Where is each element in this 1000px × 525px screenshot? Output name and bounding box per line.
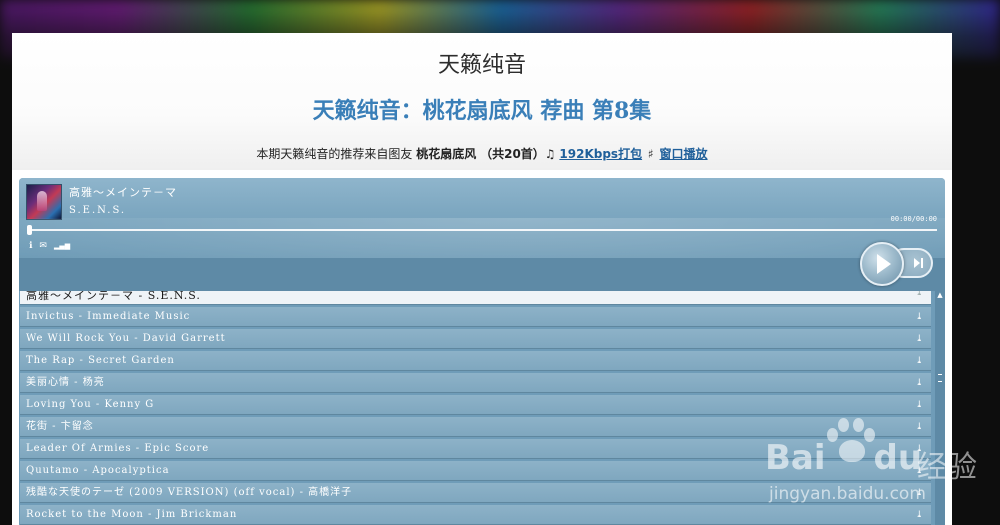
episode-title: 天籁纯音：桃花扇底风 荐曲 第8集 — [312, 98, 652, 124]
playlist: 高雅～メインテ－マ - S.E.N.S. ⤓ Invictus - Immedia… — [19, 291, 931, 525]
download-icon[interactable]: ⤓ — [915, 483, 924, 503]
playlist-item[interactable]: Rocket to the Moon - Jim Brickman ⤓ — [20, 505, 931, 525]
next-icon — [914, 258, 920, 268]
page-header: 天籁纯音 天籁纯音：桃花扇底风 荐曲 第8集 本期天籁纯音的推荐来自图友 桃花扇… — [12, 33, 952, 170]
album-art — [26, 184, 62, 220]
controls-band — [19, 242, 945, 291]
download-pack-link[interactable]: 192Kbps打包 — [559, 147, 642, 161]
download-icon[interactable]: ⤓ — [915, 439, 924, 459]
signal-icon[interactable]: ▂▄▆ — [54, 241, 70, 251]
playlist-item[interactable]: Quutamo - Apocalyptica ⤓ — [20, 461, 931, 481]
download-icon[interactable]: ⤓ — [915, 505, 924, 525]
playlist-item[interactable]: We Will Rock You - David Garrett ⤓ — [20, 329, 931, 349]
scroll-thumb[interactable] — [938, 374, 942, 382]
progress-handle[interactable] — [27, 225, 32, 235]
info-icon[interactable]: ℹ — [29, 241, 32, 251]
popup-play-link[interactable]: 窗口播放 — [660, 147, 708, 161]
now-playing-artist: S.E.N.S. — [69, 205, 127, 216]
download-icon[interactable]: ⤓ — [915, 329, 924, 349]
download-icon[interactable]: ⤓ — [915, 373, 924, 393]
mail-icon[interactable]: ✉ — [39, 241, 47, 251]
content-panel: 天籁纯音 天籁纯音：桃花扇底风 荐曲 第8集 本期天籁纯音的推荐来自图友 桃花扇… — [12, 33, 952, 525]
progress-bar[interactable] — [27, 229, 937, 231]
download-icon[interactable]: ⤓ — [915, 461, 924, 481]
recommend-line: 本期天籁纯音的推荐来自图友 桃花扇底风 （共20首）♫ 192Kbps打包 ♯ … — [12, 145, 952, 162]
popup-separator: ♯ — [647, 147, 654, 161]
player-info-area: 高雅～メインテ－マ S.E.N.S. 00:00/00:00 ℹ ✉ ▂▄▆ — [19, 178, 945, 298]
playlist-item[interactable]: 高雅～メインテ－マ - S.E.N.S. ⤓ — [20, 291, 931, 305]
site-title: 天籁纯音 — [437, 53, 526, 78]
play-icon — [877, 254, 891, 274]
playlist-item[interactable]: 残酷な天使のテーゼ (2009 VERSION) (off vocal) - 高… — [20, 483, 931, 503]
download-icon[interactable]: ⤓ — [915, 351, 924, 371]
now-playing-title: 高雅～メインテ－マ — [69, 186, 177, 199]
download-icon[interactable]: ⤓ — [915, 291, 924, 298]
time-readout: 00:00/00:00 — [890, 215, 937, 223]
play-button[interactable] — [860, 242, 904, 286]
playlist-item[interactable]: Loving You - Kenny G ⤓ — [20, 395, 931, 415]
playlist-item[interactable]: The Rap - Secret Garden ⤓ — [20, 351, 931, 371]
download-icon[interactable]: ⤓ — [915, 417, 924, 437]
playlist-scrollbar[interactable]: ▲ — [935, 291, 945, 525]
download-icon[interactable]: ⤓ — [915, 395, 924, 415]
track-count: （共20首）♫ — [480, 147, 556, 161]
recommend-prefix: 本期天籁纯音的推荐来自图友 — [256, 147, 413, 161]
recommender-name: 桃花扇底风 — [416, 147, 477, 161]
playlist-item[interactable]: 花街 - 卞留念 ⤓ — [20, 417, 931, 437]
playlist-item[interactable]: Invictus - Immediate Music ⤓ — [20, 307, 931, 327]
playlist-item[interactable]: 美丽心情 - 杨亮 ⤓ — [20, 373, 931, 393]
player-mini-icons: ℹ ✉ ▂▄▆ — [29, 241, 70, 251]
music-player: 高雅～メインテ－マ S.E.N.S. 00:00/00:00 ℹ ✉ ▂▄▆ 高… — [19, 178, 945, 525]
download-icon[interactable]: ⤓ — [915, 307, 924, 327]
playlist-item[interactable]: Leader Of Armies - Epic Score ⤓ — [20, 439, 931, 459]
scroll-up-icon[interactable]: ▲ — [935, 291, 945, 300]
